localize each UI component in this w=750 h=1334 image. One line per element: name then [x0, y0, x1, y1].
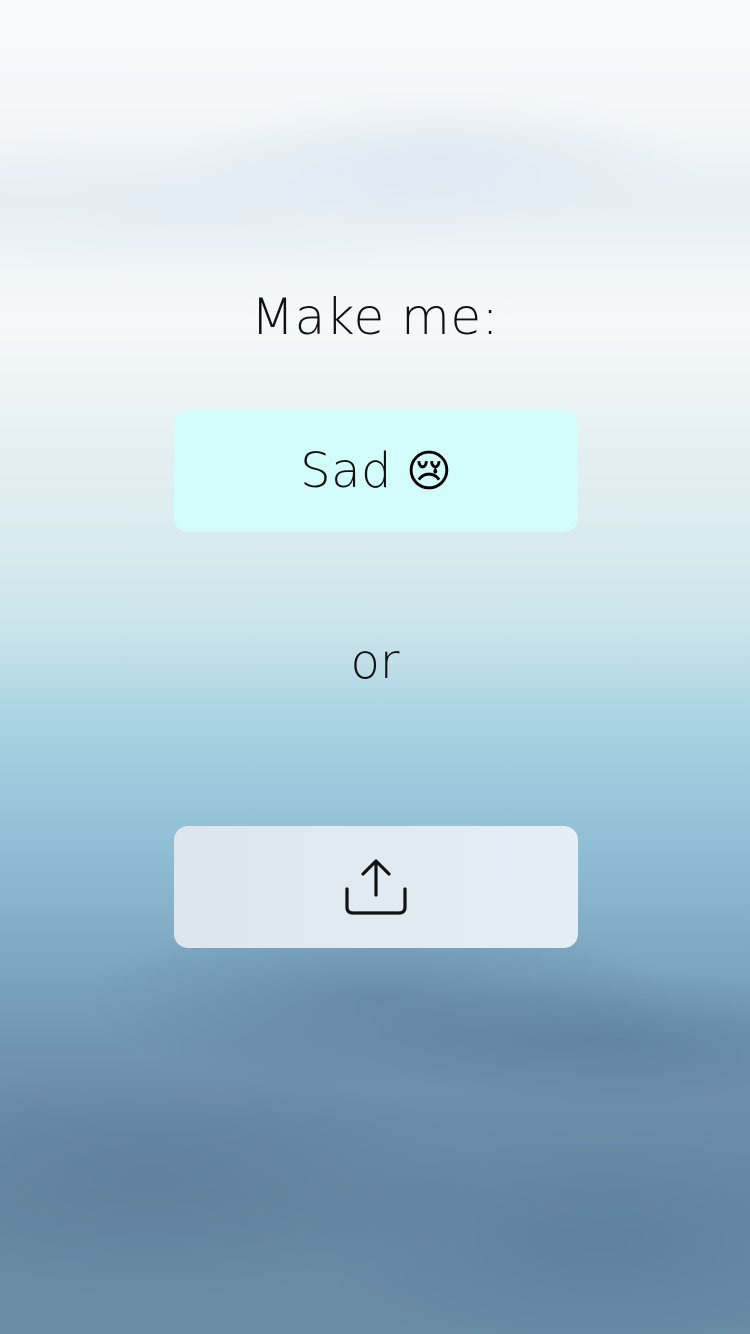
- separator-text: or: [350, 634, 400, 690]
- upload-icon: [344, 857, 408, 917]
- mood-label: Sad: [300, 443, 392, 499]
- upload-button[interactable]: [174, 826, 578, 948]
- mood-sad-button[interactable]: Sad 😢: [174, 410, 578, 532]
- crying-face-icon: 😢: [405, 445, 452, 497]
- prompt-label: Make me:: [251, 288, 499, 346]
